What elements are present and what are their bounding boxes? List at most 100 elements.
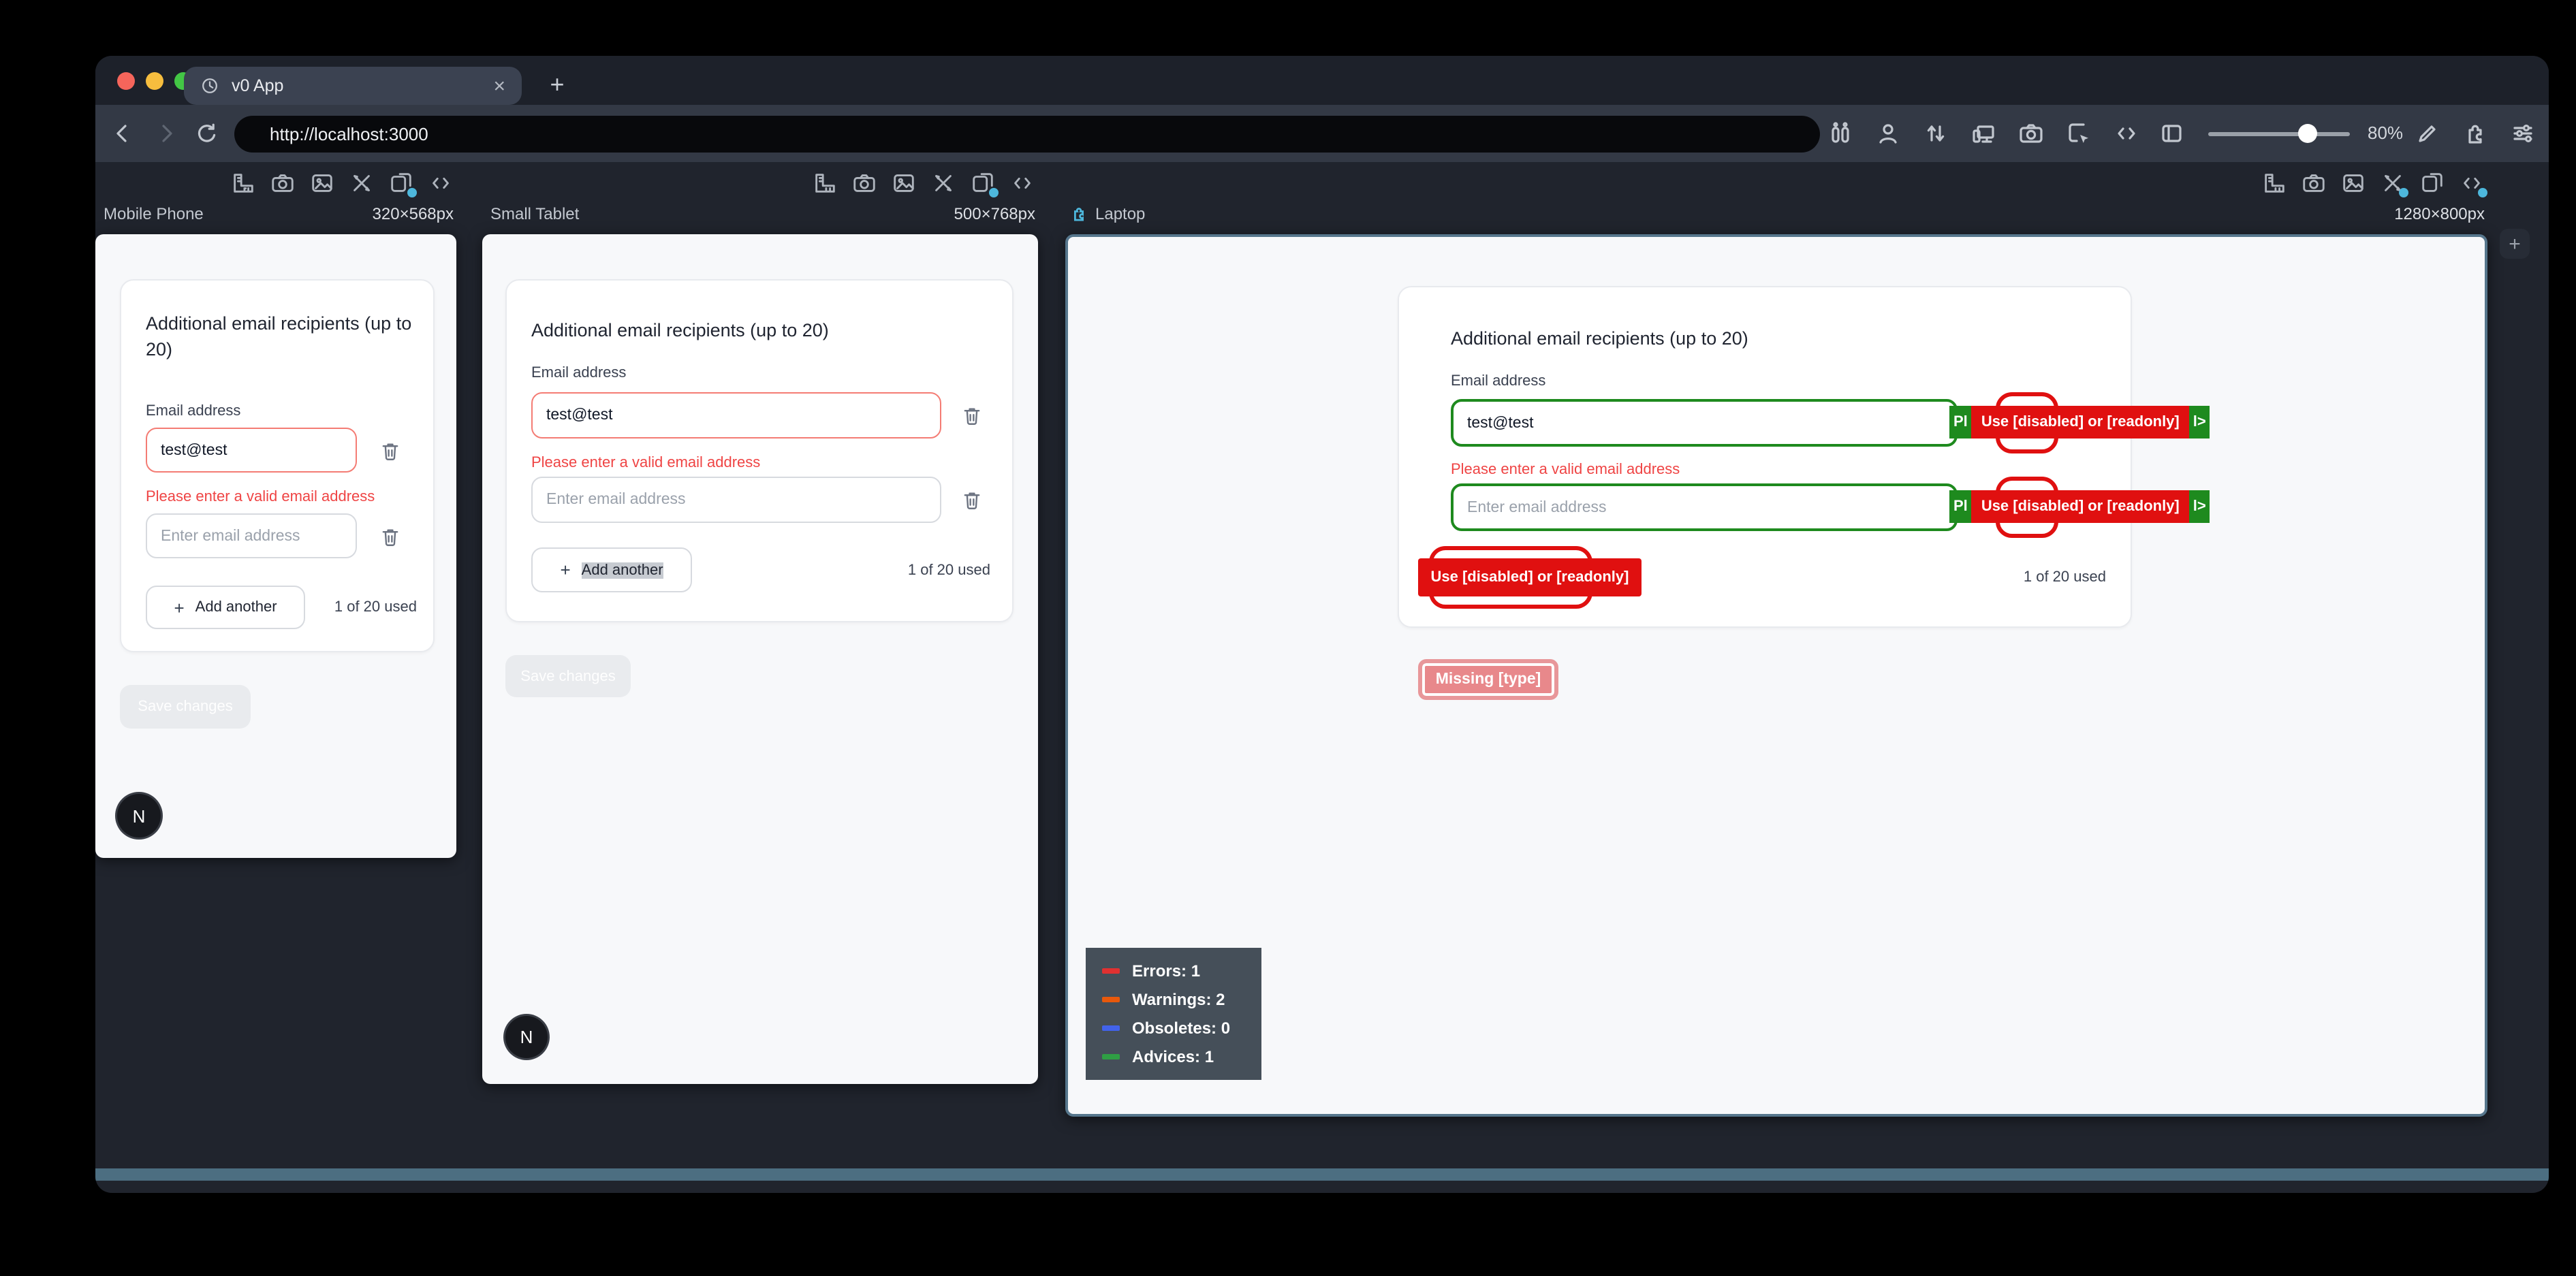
usage-counter: 1 of 20 used	[2024, 569, 2106, 586]
forward-button[interactable]	[150, 117, 183, 150]
device-name: Mobile Phone	[104, 204, 204, 223]
warnings-count: Warnings: 2	[1132, 990, 1225, 1009]
save-changes-button[interactable]: Save changes	[505, 655, 631, 697]
usage-counter: 1 of 20 used	[908, 562, 990, 579]
screenshot-icon[interactable]	[851, 170, 877, 196]
device-frame: Additional email recipients (up to 20) E…	[1065, 234, 2487, 1117]
zoom-slider-knob[interactable]	[2298, 124, 2317, 143]
tab-close-icon[interactable]: ×	[493, 76, 505, 96]
code-icon[interactable]	[2110, 117, 2143, 150]
add-another-button[interactable]: + Add another	[531, 547, 692, 592]
device-toggle-icon[interactable]	[2419, 170, 2445, 196]
email-input-empty[interactable]	[1451, 483, 1958, 531]
a11y-missing-type-badge[interactable]: Missing [type]	[1418, 659, 1558, 700]
a11y-advice-badge: l>	[2189, 490, 2210, 523]
a11y-error-badge: Use [disabled] or [readonly]	[1972, 490, 2189, 523]
mirror-layout-icon[interactable]	[1824, 117, 1857, 150]
ruler-icon[interactable]	[2261, 170, 2287, 196]
nextjs-avatar-badge[interactable]: N	[505, 1016, 548, 1058]
email-label: Email address	[146, 403, 240, 419]
extensions-icon[interactable]	[2459, 117, 2492, 150]
device-name: Small Tablet	[490, 204, 579, 223]
design-tools-icon[interactable]	[2380, 170, 2406, 196]
screenshot-icon[interactable]	[270, 170, 296, 196]
obsoletes-count: Obsoletes: 0	[1132, 1019, 1230, 1038]
email-input-empty[interactable]	[531, 477, 941, 523]
a11y-advice-badge: Pl	[1949, 406, 1972, 438]
extension-puzzle-icon	[1069, 204, 1088, 223]
email-input-empty[interactable]	[146, 513, 357, 558]
settings-tune-icon[interactable]	[2507, 117, 2539, 150]
new-tab-button[interactable]: +	[539, 67, 575, 102]
delete-recipient-icon[interactable]	[960, 403, 984, 428]
email-input[interactable]	[531, 392, 941, 438]
errors-count: Errors: 1	[1132, 961, 1200, 980]
notification-dot	[407, 188, 417, 197]
ruler-icon[interactable]	[812, 170, 838, 196]
back-button[interactable]	[106, 117, 139, 150]
ruler-icon[interactable]	[230, 170, 256, 196]
device-frame: Additional email recipients (up to 20) E…	[95, 234, 456, 858]
usage-counter: 1 of 20 used	[334, 599, 417, 616]
plus-icon: +	[560, 560, 570, 580]
add-another-button[interactable]: + Add another	[146, 586, 305, 629]
delete-recipient-icon[interactable]	[960, 488, 984, 512]
close-window-button[interactable]	[117, 72, 135, 90]
device-size: 320×568px	[373, 204, 454, 223]
browser-window: v0 App × + http://localhost:3000	[95, 56, 2549, 1193]
save-changes-button[interactable]: Save changes	[120, 685, 251, 729]
user-icon[interactable]	[1872, 117, 1904, 150]
add-device-button[interactable]: +	[2500, 229, 2530, 259]
card-title: Additional email recipients (up to 20)	[531, 317, 994, 343]
email-input[interactable]	[1451, 399, 1958, 447]
add-another-label: Add another	[582, 562, 663, 578]
sort-arrows-icon[interactable]	[1919, 117, 1952, 150]
email-recipients-card: Additional email recipients (up to 20) E…	[505, 279, 1014, 622]
image-icon[interactable]	[309, 170, 335, 196]
edit-pencil-icon[interactable]	[2411, 117, 2444, 150]
sidebar-toggle-icon[interactable]	[2155, 117, 2188, 150]
inspect-icon[interactable]	[2062, 117, 2095, 150]
design-tools-icon[interactable]	[349, 170, 375, 196]
image-icon[interactable]	[891, 170, 917, 196]
screenshot-icon[interactable]	[2015, 117, 2047, 150]
device-toolbar	[230, 170, 454, 196]
device-manager-icon[interactable]	[1967, 117, 2000, 150]
advices-count: Advices: 1	[1132, 1047, 1214, 1066]
device-toggle-icon[interactable]	[970, 170, 996, 196]
a11y-badge-cluster: Pl Use [disabled] or [readonly] l>	[1949, 490, 2210, 523]
design-tools-icon[interactable]	[930, 170, 956, 196]
code-icon[interactable]	[1009, 170, 1035, 196]
email-input[interactable]	[146, 428, 357, 473]
a11y-summary-panel: Errors: 1 Warnings: 2 Obsoletes: 0 Advic…	[1086, 948, 1261, 1080]
code-icon[interactable]	[2459, 170, 2485, 196]
delete-recipient-icon[interactable]	[379, 524, 402, 549]
reload-button[interactable]	[191, 117, 223, 150]
browser-tab[interactable]: v0 App ×	[184, 67, 522, 105]
email-label: Email address	[531, 365, 626, 381]
code-icon[interactable]	[428, 170, 454, 196]
warning-color-dash	[1102, 997, 1120, 1002]
card-title: Additional email recipients (up to 20)	[1451, 325, 2105, 351]
preview-area: Mobile Phone 320×568px Additional email …	[95, 162, 2549, 1181]
device-toolbar	[812, 170, 1035, 196]
add-another-label: Add another	[195, 599, 277, 616]
device-toggle-icon[interactable]	[388, 170, 414, 196]
image-icon[interactable]	[2340, 170, 2366, 196]
device-name: Laptop	[1095, 204, 1145, 223]
screenshot-icon[interactable]	[2301, 170, 2327, 196]
a11y-error-badge: Use [disabled] or [readonly]	[1972, 406, 2189, 438]
zoom-level: 80%	[2368, 123, 2403, 143]
validation-error: Please enter a valid email address	[1451, 462, 1680, 478]
a11y-error-badge: Use [disabled] or [readonly]	[1418, 558, 1642, 596]
zoom-slider[interactable]	[2208, 131, 2350, 135]
a11y-advice-badge: l>	[2189, 406, 2210, 438]
url-bar[interactable]: http://localhost:3000	[234, 116, 1820, 153]
url-text: http://localhost:3000	[270, 124, 428, 144]
a11y-badge-cluster: Pl Use [disabled] or [readonly] l>	[1949, 406, 2210, 438]
status-bar	[95, 1168, 2549, 1181]
device-toolbar	[2261, 170, 2485, 196]
delete-recipient-icon[interactable]	[379, 438, 402, 463]
nextjs-avatar-badge[interactable]: N	[117, 794, 161, 838]
minimize-window-button[interactable]	[146, 72, 163, 90]
